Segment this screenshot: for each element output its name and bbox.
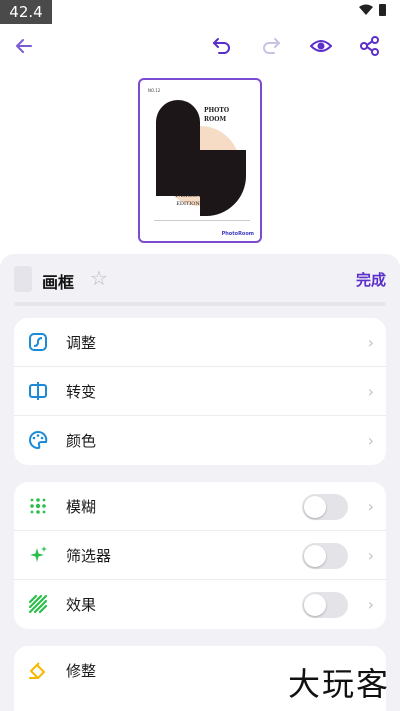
- option-row-blur[interactable]: 模糊 ›: [14, 482, 386, 531]
- option-row-effects[interactable]: 效果 ›: [14, 580, 386, 629]
- poster-brand: PhotoRoom: [221, 231, 254, 237]
- sheet-title: 画框: [42, 273, 75, 292]
- effects-stripes-icon: [28, 594, 48, 614]
- option-label: 效果: [66, 596, 97, 614]
- poster-image[interactable]: NO.12 PHOTO ROOM FASHION EDITION PhotoRo…: [138, 78, 262, 243]
- blur-toggle[interactable]: [302, 494, 348, 520]
- chevron-right-icon: ›: [367, 595, 374, 614]
- transform-icon: [29, 382, 47, 400]
- poster-subtitle-line2: EDITION: [176, 201, 200, 207]
- chevron-right-icon: ›: [367, 332, 374, 352]
- poster-subtitle-line1: FASHION: [175, 193, 201, 199]
- sheet-divider: [14, 302, 386, 306]
- editor-toolbar: [0, 30, 400, 64]
- option-label: 修整: [66, 662, 97, 680]
- option-row-adjust[interactable]: 调整 ›: [14, 318, 386, 367]
- poster-small-text: NO.12: [148, 88, 161, 93]
- option-row-transform[interactable]: 转变 ›: [14, 367, 386, 416]
- wifi-icon: [359, 4, 373, 15]
- status-icons: [359, 4, 386, 16]
- toggle-knob: [304, 545, 326, 567]
- chevron-right-icon: ›: [367, 545, 374, 565]
- poster-title-line1: PHOTO: [204, 107, 230, 114]
- option-row-filters[interactable]: 筛选器 ›: [14, 531, 386, 580]
- sheet-header: 画框 ☆ 完成: [14, 264, 386, 294]
- effects-options-card: 模糊 › 筛选器 › 效果 ›: [14, 482, 386, 629]
- frame-thumbnail-icon: [14, 266, 32, 292]
- poster-title-line2: ROOM: [204, 116, 227, 123]
- option-label: 调整: [66, 333, 97, 352]
- redo-icon[interactable]: [255, 30, 287, 62]
- toggle-knob: [304, 496, 326, 518]
- effects-toggle[interactable]: [302, 592, 348, 618]
- share-icon[interactable]: [354, 30, 386, 62]
- canvas-preview: NO.12 PHOTO ROOM FASHION EDITION PhotoRo…: [0, 64, 400, 254]
- sparkle-icon: [30, 546, 47, 562]
- basic-options-card: 调整 › 转变 › 颜色 ›: [14, 318, 386, 465]
- done-button[interactable]: 完成: [356, 269, 386, 290]
- poster-divider: [154, 220, 250, 230]
- retouch-icon: [29, 662, 45, 679]
- poster-title: PHOTO ROOM: [204, 106, 229, 124]
- filters-toggle[interactable]: [302, 543, 348, 569]
- watermark-text: 大玩客: [287, 665, 390, 703]
- edit-options-sheet: 画框 ☆ 完成 调整 › 转变 › 颜色 › 模糊 › 筛选器 › 效果 › 修…: [0, 254, 400, 711]
- eye-icon[interactable]: [305, 30, 337, 62]
- status-time: 42.4: [0, 0, 52, 24]
- chevron-right-icon: ›: [367, 381, 374, 401]
- poster-figure: [156, 100, 200, 196]
- back-arrow-icon[interactable]: [8, 30, 40, 62]
- status-bar: 42.4: [0, 0, 400, 24]
- option-label: 颜色: [66, 432, 97, 450]
- poster-subtitle: FASHION EDITION: [168, 192, 208, 208]
- option-row-color[interactable]: 颜色 ›: [14, 416, 386, 465]
- option-label: 筛选器: [66, 546, 112, 565]
- palette-icon: [29, 431, 48, 450]
- chevron-right-icon: ›: [367, 496, 374, 516]
- favorite-star-icon[interactable]: ☆: [90, 266, 108, 290]
- undo-icon[interactable]: [206, 30, 238, 62]
- chevron-right-icon: ›: [367, 431, 374, 450]
- toggle-knob: [304, 594, 326, 616]
- battery-icon: [379, 4, 386, 16]
- option-label: 转变: [66, 382, 97, 401]
- adjust-icon: [29, 333, 47, 351]
- blur-icon: [30, 498, 46, 514]
- option-label: 模糊: [66, 497, 97, 516]
